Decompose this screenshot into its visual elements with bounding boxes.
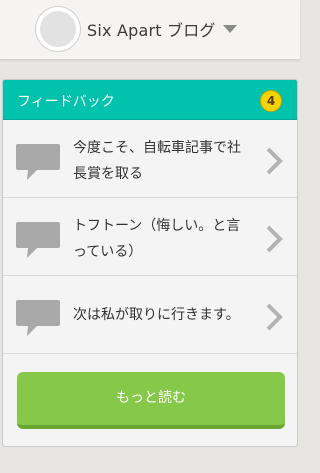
feedback-item[interactable]: トフトーン（悔しい。と言っている） [3,198,297,276]
comment-icon [16,144,60,180]
chevron-right-icon [266,147,283,175]
avatar[interactable] [36,7,80,51]
chevron-right-icon [266,225,283,253]
feedback-item[interactable]: 今度こそ、自転車記事で社長賞を取る [3,120,297,198]
feedback-item[interactable]: 次は私が取りに行きます。 [3,276,297,354]
comment-icon [16,300,60,336]
app-header: Six Apart ブログ [0,0,300,60]
panel-header: フィードバック 4 [3,80,297,120]
blog-title[interactable]: Six Apart ブログ [87,17,216,41]
feedback-item-text: 今度こそ、自転車記事で社長賞を取る [73,140,241,182]
panel-title: フィードバック [17,94,115,110]
count-badge: 4 [260,90,282,112]
chevron-right-icon [266,303,283,331]
feedback-item-text: 次は私が取りに行きます。 [73,307,240,323]
read-more-button[interactable]: もっと読む [17,372,285,429]
feedback-panel: フィードバック 4 今度こそ、自転車記事で社長賞を取る トフトーン（悔しい。と言… [2,79,298,447]
comment-icon [16,222,60,258]
chevron-down-icon[interactable] [222,23,238,35]
feedback-item-text: トフトーン（悔しい。と言っている） [73,218,241,260]
